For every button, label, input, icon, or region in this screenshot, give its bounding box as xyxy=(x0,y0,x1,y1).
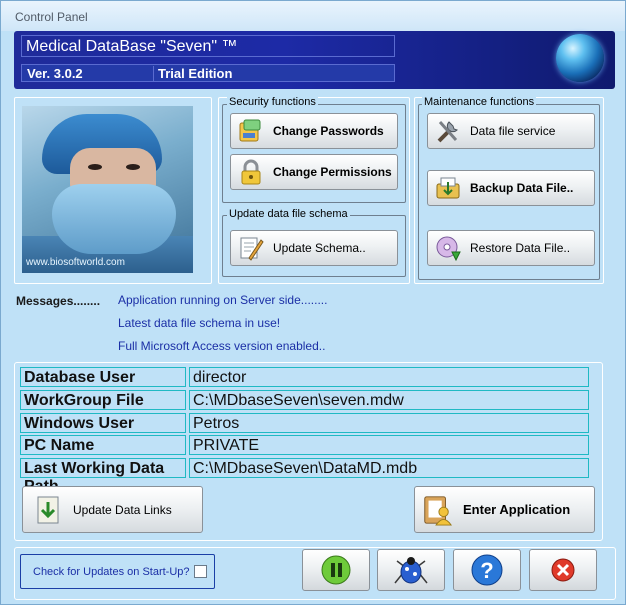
info-key-pc-name: PC Name xyxy=(20,435,186,455)
pause-icon xyxy=(321,555,351,585)
messages-label: Messages........ xyxy=(16,294,101,308)
check-updates-checkbox[interactable] xyxy=(194,565,207,578)
help-button[interactable]: ? xyxy=(453,549,521,591)
window-title: Control Panel xyxy=(15,10,88,24)
user-clipboard-icon xyxy=(421,494,453,526)
update-schema-label: Update Schema.. xyxy=(273,241,366,255)
change-permissions-button[interactable]: Change Permissions xyxy=(230,154,398,190)
bug-icon xyxy=(394,557,428,584)
check-updates-label: Check for Updates on Start-Up? xyxy=(33,566,190,578)
app-title: Medical DataBase "Seven" ™ xyxy=(21,35,395,57)
restore-disc-icon xyxy=(432,232,464,264)
change-passwords-button[interactable]: Change Passwords xyxy=(230,113,398,149)
close-icon xyxy=(551,558,575,582)
data-file-service-label: Data file service xyxy=(470,124,556,138)
enter-application-label: Enter Application xyxy=(463,502,571,517)
title-bar: Control Panel xyxy=(1,1,625,31)
update-data-links-button[interactable]: Update Data Links xyxy=(22,486,203,533)
message-line: Application running on Server side......… xyxy=(118,293,328,307)
info-key-workgroup-file: WorkGroup File xyxy=(20,390,186,410)
pause-button[interactable] xyxy=(302,549,370,591)
info-value-database-user: director xyxy=(189,367,589,387)
backup-data-file-button[interactable]: Backup Data File.. xyxy=(427,170,595,206)
control-panel-window: Control Panel Medical DataBase "Seven" ™… xyxy=(0,0,626,605)
info-key-data-path: Last Working Data Path xyxy=(20,458,186,495)
restore-data-file-button[interactable]: Restore Data File.. xyxy=(427,230,595,266)
svg-text:?: ? xyxy=(480,558,493,583)
help-icon: ? xyxy=(471,554,503,586)
message-line: Full Microsoft Access version enabled.. xyxy=(118,339,326,353)
lock-icon xyxy=(235,156,267,188)
update-schema-button[interactable]: Update Schema.. xyxy=(230,230,398,266)
data-file-service-button[interactable]: Data file service xyxy=(427,113,595,149)
info-value-workgroup-file: C:\MDbaseSeven\seven.mdw xyxy=(189,390,589,410)
download-document-icon xyxy=(33,494,65,526)
info-value-data-path: C:\MDbaseSeven\DataMD.mdb xyxy=(189,458,589,478)
keys-icon xyxy=(235,115,267,147)
maintenance-group-title: Maintenance functions xyxy=(422,96,537,108)
tools-icon xyxy=(432,115,464,147)
change-passwords-label: Change Passwords xyxy=(273,124,384,138)
pencil-document-icon xyxy=(235,232,267,264)
backup-icon xyxy=(432,172,464,204)
app-banner: Medical DataBase "Seven" ™ Ver. 3.0.2 Tr… xyxy=(14,31,615,89)
info-value-windows-user: Petros xyxy=(189,413,589,433)
close-button[interactable] xyxy=(529,549,597,591)
website-caption: www.biosoftworld.com xyxy=(26,257,125,268)
info-value-pc-name: PRIVATE xyxy=(189,435,589,455)
update-data-links-label: Update Data Links xyxy=(73,502,172,517)
debug-button[interactable] xyxy=(377,549,445,591)
enter-application-button[interactable]: Enter Application xyxy=(414,486,595,533)
security-group-title: Security functions xyxy=(227,96,318,108)
restore-data-file-label: Restore Data File.. xyxy=(470,241,571,255)
version-row: Ver. 3.0.2 Trial Edition xyxy=(21,64,395,82)
info-key-database-user: Database User xyxy=(20,367,186,387)
edition-label: Trial Edition xyxy=(153,66,232,82)
schema-group-title: Update data file schema xyxy=(227,208,350,220)
backup-data-file-label: Backup Data File.. xyxy=(470,181,574,195)
check-updates-option[interactable]: Check for Updates on Start-Up? xyxy=(20,554,215,589)
globe-icon xyxy=(556,34,604,82)
info-key-windows-user: Windows User xyxy=(20,413,186,433)
doctor-photo: www.biosoftworld.com xyxy=(22,106,193,273)
change-permissions-label: Change Permissions xyxy=(273,165,392,179)
message-line: Latest data file schema in use! xyxy=(118,316,281,330)
version-label: Ver. 3.0.2 xyxy=(27,66,83,81)
